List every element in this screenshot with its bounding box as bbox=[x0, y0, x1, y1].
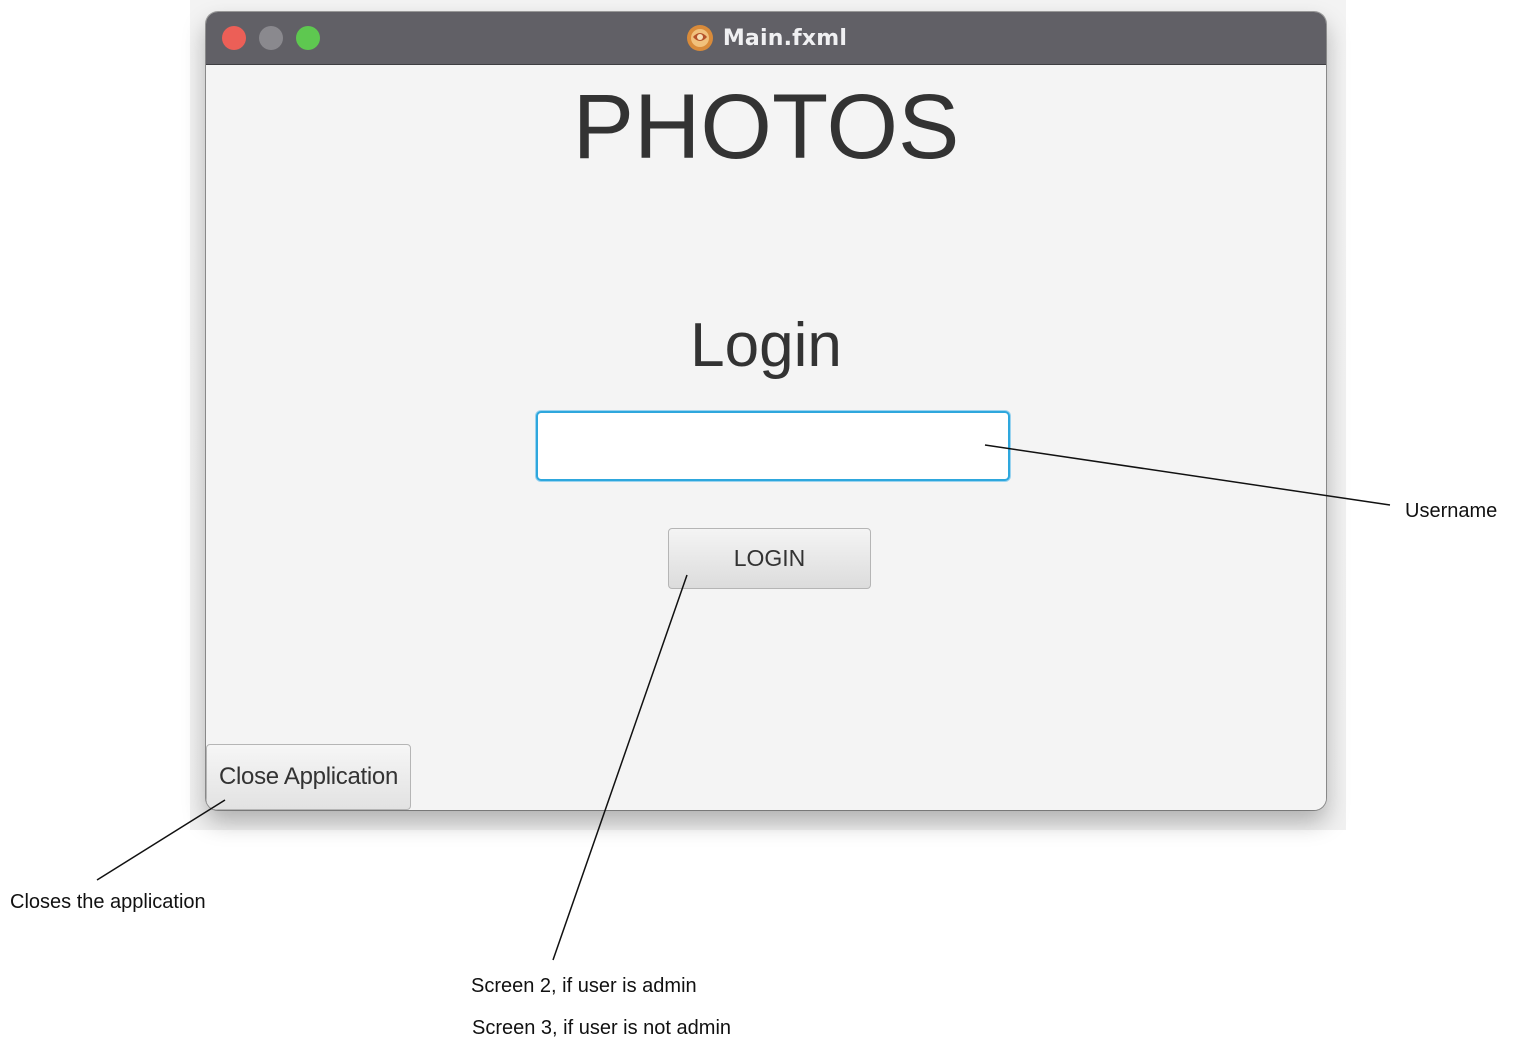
username-annotation: Username bbox=[1405, 500, 1498, 522]
login-heading: Login bbox=[690, 311, 842, 380]
login-button[interactable]: LOGIN bbox=[668, 528, 871, 589]
close-app-annotation: Closes the application bbox=[10, 891, 206, 913]
title-bar[interactable]: Main.fxml bbox=[206, 12, 1326, 65]
screen2-annotation: Screen 2, if user is admin bbox=[471, 975, 697, 997]
app-title: PHOTOS bbox=[572, 76, 960, 178]
username-input[interactable] bbox=[536, 411, 1010, 481]
main-content: PHOTOS Login LOGIN Close Application bbox=[206, 65, 1326, 810]
java-duke-icon bbox=[686, 25, 713, 51]
app-window: Main.fxml PHOTOS Login LOGIN Close Appli… bbox=[206, 12, 1326, 810]
window-title: Main.fxml bbox=[722, 25, 848, 51]
screen3-annotation: Screen 3, if user is not admin bbox=[472, 1017, 732, 1039]
page: Main.fxml PHOTOS Login LOGIN Close Appli… bbox=[0, 0, 1524, 1043]
close-application-button[interactable]: Close Application bbox=[206, 744, 411, 810]
window-title-group: Main.fxml bbox=[206, 12, 1326, 64]
